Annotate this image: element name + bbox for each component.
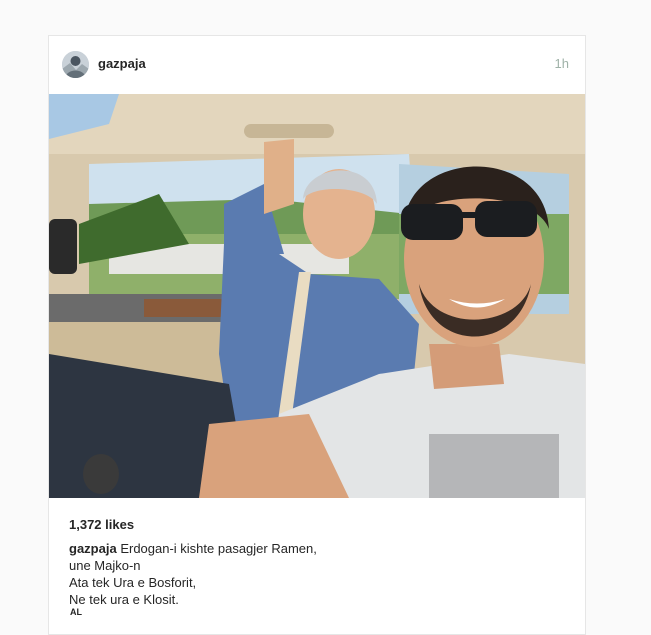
post-time[interactable]: 1h <box>555 56 569 71</box>
caption-line-2: une Majko-n <box>69 558 141 573</box>
caption-line-1: Erdogan-i kishte pasagjer Ramen, <box>120 541 317 556</box>
avatar-image <box>62 51 89 78</box>
likes-count[interactable]: 1,372 likes <box>69 517 134 532</box>
post-caption: gazpaja Erdogan-i kishte pasagjer Ramen,… <box>69 540 569 608</box>
post-username-link[interactable]: gazpaja <box>98 56 146 71</box>
post-header: gazpaja 1h <box>49 36 585 94</box>
language-tag: AL <box>70 607 82 617</box>
post-photo[interactable] <box>49 94 585 498</box>
caption-line-3: Ata tek Ura e Bosforit, <box>69 575 197 590</box>
post-card: gazpaja 1h 1,372 likes gazpaja Erdogan-i… <box>48 35 586 635</box>
avatar[interactable] <box>62 51 89 78</box>
caption-line-4: Ne tek ura e Klosit. <box>69 592 179 607</box>
caption-username-link[interactable]: gazpaja <box>69 541 117 556</box>
car-selfie-image <box>49 94 585 498</box>
